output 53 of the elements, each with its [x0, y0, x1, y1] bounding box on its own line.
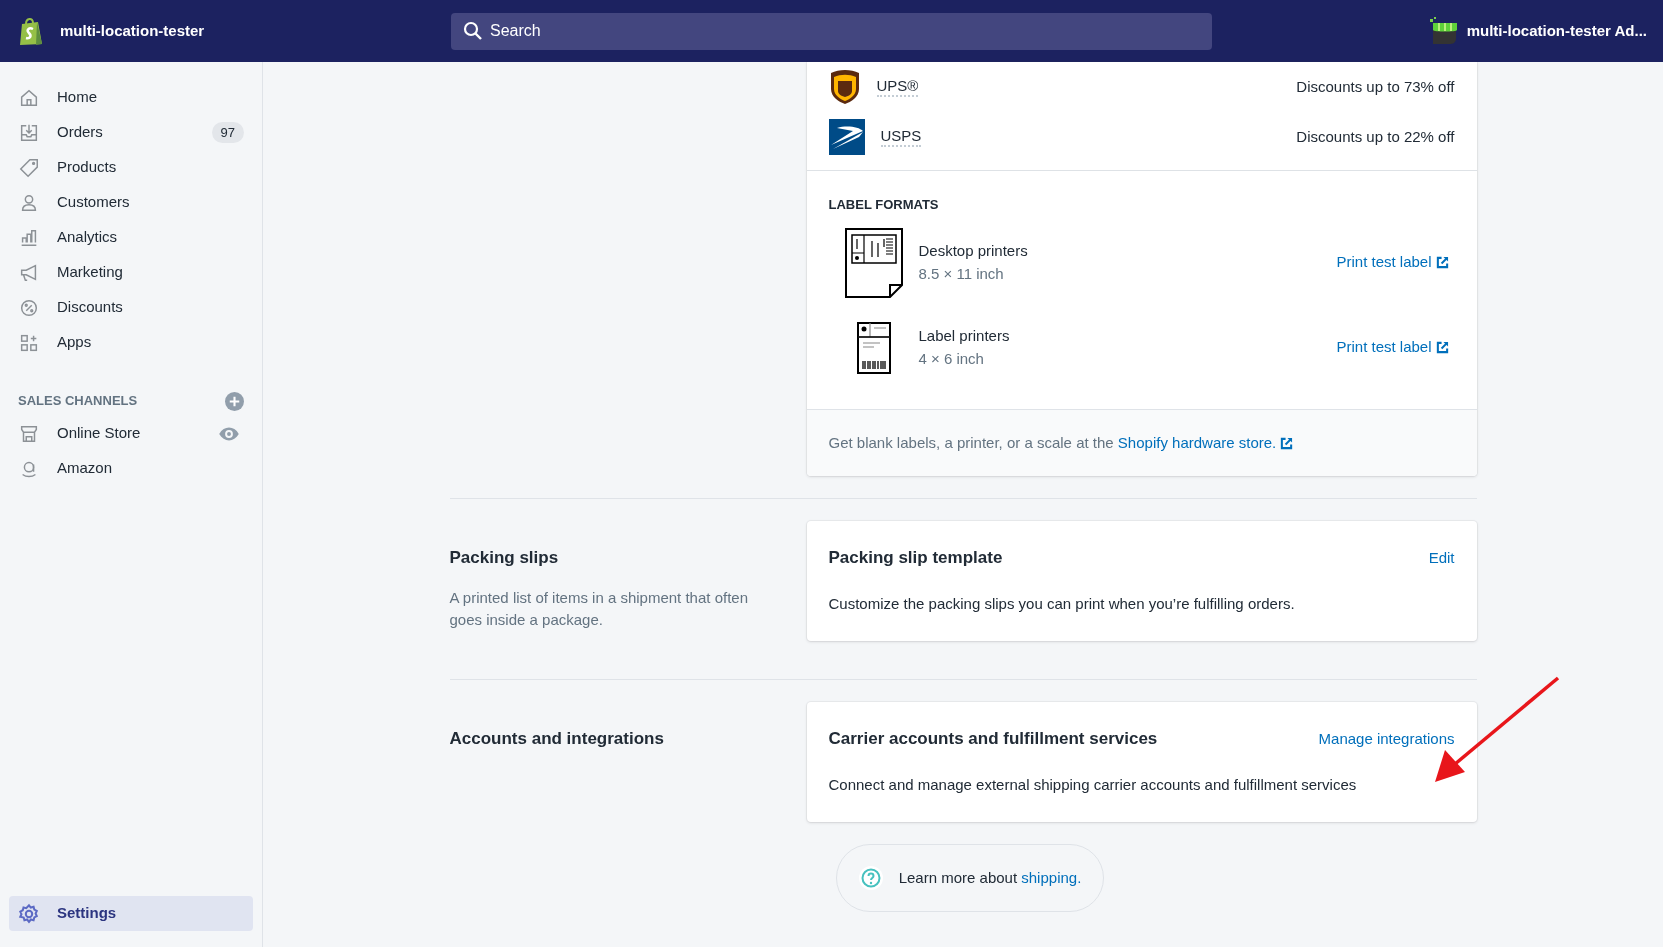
- nav-item[interactable]: Products: [9, 150, 253, 185]
- format-title: Desktop printers: [918, 241, 1028, 261]
- section-title: Packing slips: [449, 547, 560, 569]
- discount-text: Discounts up to 22% off: [1296, 126, 1455, 147]
- settings-icon: [18, 902, 40, 925]
- nav-item[interactable]: Apps: [9, 325, 253, 360]
- shipping-link[interactable]: shipping.: [1021, 868, 1082, 886]
- nav-item[interactable]: Discounts: [9, 290, 253, 325]
- format-size: 8.5 × 11 inch: [918, 263, 1005, 284]
- eagle-logo-icon: [828, 119, 865, 155]
- nav-item[interactable]: Online Store: [9, 416, 253, 451]
- nav-item[interactable]: Customers: [9, 185, 253, 220]
- search-field[interactable]: Search: [451, 12, 1212, 50]
- nav-item[interactable]: Home: [9, 80, 253, 115]
- nav-item[interactable]: Analytics: [9, 220, 253, 255]
- account-menu[interactable]: multi-location-tester Ad...: [1428, 16, 1663, 46]
- card-action-link[interactable]: Edit: [1428, 546, 1455, 569]
- section-title: Accounts and integrations: [449, 728, 665, 750]
- tag-icon: [18, 156, 40, 179]
- store-name: multi-location-tester: [60, 20, 205, 41]
- section-heading: SALES CHANNELS: [18, 392, 138, 411]
- shipping-label-drawing: [855, 320, 892, 375]
- shield-logo-icon: [828, 69, 861, 105]
- shopping-bag-logo-icon: [18, 16, 44, 46]
- card-title: Packing slip template: [828, 547, 1003, 569]
- carrier-name[interactable]: UPS®: [876, 77, 919, 97]
- card-text: Customize the packing slips you can print when you’re fulfilling orders.: [828, 593, 1296, 614]
- section-description: A printed list of items in a shipment that often goes inside a package.: [449, 587, 749, 630]
- nav-item[interactable]: Orders 97: [9, 115, 253, 150]
- add-icon[interactable]: [225, 391, 244, 411]
- external-link-icon: [1280, 437, 1294, 451]
- nav-item[interactable]: Settings: [9, 896, 253, 931]
- learn-more-text: Learn more about shipping.: [898, 867, 1082, 888]
- nav-item[interactable]: Marketing: [9, 255, 253, 290]
- external-link-icon: [1435, 341, 1449, 354]
- card-title: Carrier accounts and fulfillment services: [828, 728, 1158, 750]
- section-heading: LABEL FORMATS: [828, 196, 940, 214]
- discount-text: Discounts up to 73% off: [1296, 76, 1455, 97]
- hardware-store-note: Get blank labels, a printer, or a scale at the Shopify hardware store.: [828, 433, 1294, 451]
- print-test-label-link[interactable]: Print test label: [1336, 251, 1449, 274]
- nav-item[interactable]: Amazon: [9, 451, 253, 486]
- storefront-avatar-icon: [1428, 16, 1459, 46]
- format-size: 4 × 6 inch: [918, 348, 985, 369]
- help-icon: [858, 866, 883, 890]
- card-text: Connect and manage external shipping carrier accounts and fulfillment services: [828, 774, 1358, 795]
- count-badge: 97: [211, 121, 244, 144]
- print-test-label-link[interactable]: Print test label: [1336, 336, 1449, 359]
- format-title: Label printers: [918, 326, 1010, 346]
- carrier-name[interactable]: USPS: [880, 127, 922, 147]
- external-link-icon: [1435, 256, 1449, 269]
- hardware-store-link[interactable]: Shopify hardware store.: [1117, 433, 1294, 451]
- search-icon: [463, 21, 483, 41]
- card-action-link[interactable]: Manage integrations: [1318, 727, 1455, 750]
